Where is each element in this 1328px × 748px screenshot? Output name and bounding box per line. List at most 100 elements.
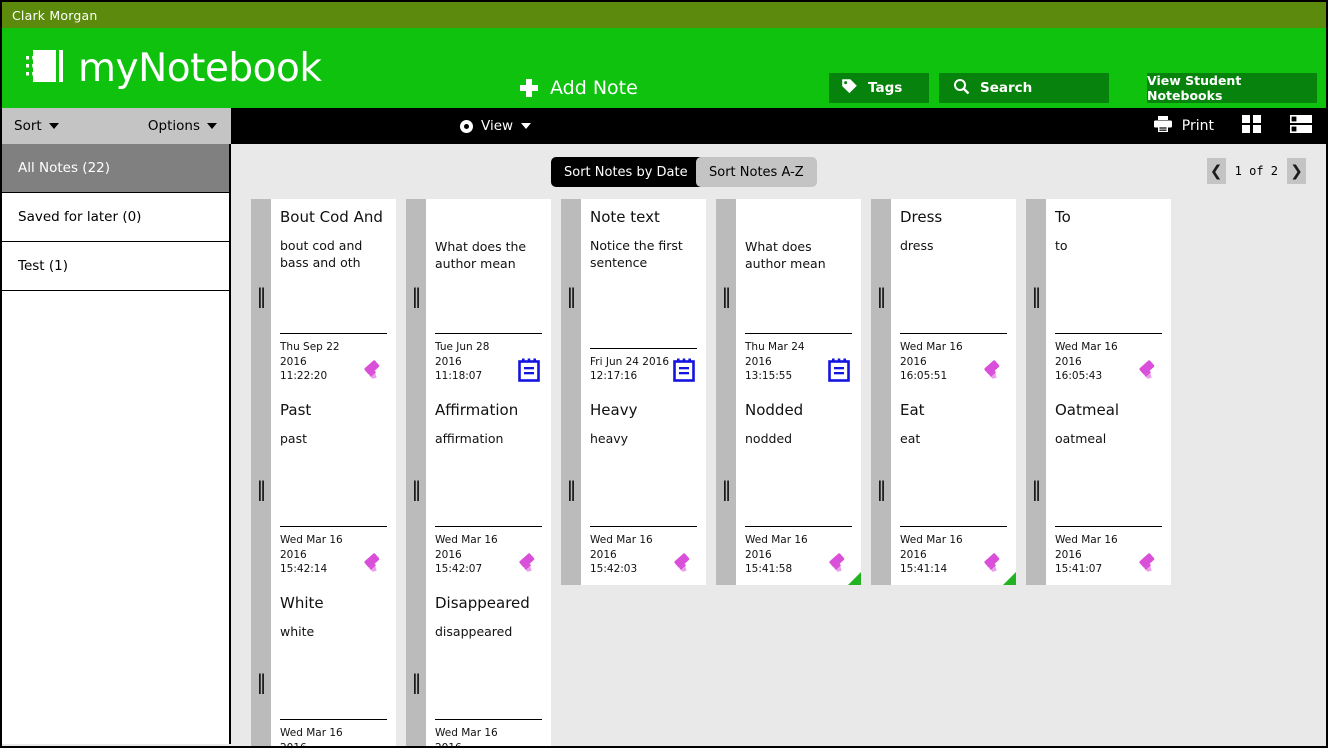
- note-card-body[interactable]: Dress dress Wed Mar 16 2016 16:05:51: [891, 199, 1016, 392]
- note-timestamp: Wed Mar 16 2016 15:40:50: [435, 727, 498, 748]
- sort-notes-by-date-button[interactable]: Sort Notes by Date: [551, 157, 719, 187]
- note-card-body[interactable]: What does author mean Thu Mar 24 2016 13:…: [736, 199, 861, 392]
- note-card[interactable]: ‖ Nodded nodded Wed Mar 16 2016 15:41:58: [716, 392, 861, 585]
- sort-label: Sort: [14, 118, 42, 134]
- note-drag-handle[interactable]: ‖: [251, 199, 271, 392]
- highlighter-icon[interactable]: [1136, 357, 1162, 383]
- note-snippet: Notice the first sentence: [590, 238, 683, 271]
- note-card-body[interactable]: What does the author mean Tue Jun 28 2016…: [426, 199, 551, 392]
- notepad-icon[interactable]: [671, 357, 697, 383]
- eye-icon: [460, 119, 473, 133]
- note-card[interactable]: ‖ Past past Wed Mar 16 2016 15:42:14: [251, 392, 396, 585]
- note-drag-handle[interactable]: ‖: [561, 392, 581, 585]
- note-drag-handle[interactable]: ‖: [871, 392, 891, 585]
- note-card[interactable]: ‖ Dress dress Wed Mar 16 2016 16:05:51: [871, 199, 1016, 392]
- note-card-body[interactable]: White white Wed Mar 16 2016 15:41:01: [271, 585, 396, 746]
- note-card-body[interactable]: Bout Cod And bout cod and bass and oth Thu…: [271, 199, 396, 392]
- sort-notes-az-button[interactable]: Sort Notes A-Z: [696, 157, 817, 187]
- note-title: Oatmeal: [1055, 401, 1120, 419]
- note-footer: Wed Mar 16 2016 15:42:07: [435, 526, 542, 576]
- note-drag-handle[interactable]: ‖: [716, 199, 736, 392]
- note-card-body[interactable]: Past past Wed Mar 16 2016 15:42:14: [271, 392, 396, 585]
- prev-page-button[interactable]: ❮: [1206, 158, 1226, 184]
- drag-grip-icon: ‖: [1031, 476, 1042, 501]
- note-snippet: What does author mean: [745, 239, 826, 271]
- note-drag-handle[interactable]: ‖: [406, 392, 426, 585]
- next-page-button[interactable]: ❯: [1287, 158, 1306, 184]
- highlighter-icon[interactable]: [516, 743, 542, 746]
- highlighter-icon[interactable]: [1136, 550, 1162, 576]
- note-card[interactable]: ‖ Note text Notice the first sentence Fri J…: [561, 199, 706, 392]
- note-card[interactable]: ‖ Disappeared disappeared Wed Mar 16 2016 1…: [406, 585, 551, 748]
- sort-menu-button[interactable]: Sort: [14, 118, 59, 134]
- note-card[interactable]: ‖ Oatmeal oatmeal Wed Mar 16 2016 15:41:07: [1026, 392, 1171, 585]
- note-card-body[interactable]: To to Wed Mar 16 2016 16:05:43: [1046, 199, 1171, 392]
- note-drag-handle[interactable]: ‖: [406, 199, 426, 392]
- sidebar-item-saved-for-later[interactable]: Saved for later (0): [2, 193, 229, 242]
- note-card-body[interactable]: Heavy heavy Wed Mar 16 2016 15:42:03: [581, 392, 706, 585]
- view-menu-button[interactable]: View: [460, 108, 532, 144]
- drag-grip-icon: ‖: [256, 669, 267, 694]
- note-card[interactable]: ‖ What does the author mean Tue Jun 28 201…: [406, 199, 551, 392]
- note-card[interactable]: ‖ Eat eat Wed Mar 16 2016 15:41:14: [871, 392, 1016, 585]
- note-drag-handle[interactable]: ‖: [251, 585, 271, 746]
- note-drag-handle[interactable]: ‖: [561, 199, 581, 392]
- note-footer: Wed Mar 16 2016 16:05:43: [1055, 333, 1162, 383]
- list-view-button[interactable]: [1276, 113, 1326, 139]
- highlighter-icon[interactable]: [361, 550, 387, 576]
- highlighter-icon[interactable]: [361, 357, 387, 383]
- note-footer: Thu Sep 22 2016 11:22:20: [280, 333, 387, 383]
- brand-title: myNotebook: [78, 45, 322, 91]
- print-button[interactable]: Print: [1139, 115, 1228, 137]
- view-student-notebooks-label: View Student Notebooks: [1147, 73, 1242, 103]
- note-footer: Thu Mar 24 2016 13:15:55: [745, 333, 852, 383]
- note-card[interactable]: ‖ To to Wed Mar 16 2016 16:05:43: [1026, 199, 1171, 392]
- note-drag-handle[interactable]: ‖: [406, 585, 426, 746]
- scroll-gutter[interactable]: [1316, 144, 1326, 744]
- note-card[interactable]: ‖ Affirmation affirmation Wed Mar 16 2016 1…: [406, 392, 551, 585]
- note-timestamp: Wed Mar 16 2016 15:41:14: [900, 534, 963, 575]
- highlighter-icon[interactable]: [671, 550, 697, 576]
- note-drag-handle[interactable]: ‖: [716, 392, 736, 585]
- note-footer: Fri Jun 24 2016 12:17:16: [590, 347, 697, 383]
- note-card-body[interactable]: Note text Notice the first sentence Fri Ju…: [581, 199, 706, 392]
- note-title: Nodded: [745, 401, 804, 419]
- notepad-icon[interactable]: [826, 357, 852, 383]
- add-note-button[interactable]: Add Note: [520, 77, 638, 99]
- note-card-body[interactable]: Nodded nodded Wed Mar 16 2016 15:41:58: [736, 392, 861, 585]
- highlighter-icon[interactable]: [516, 550, 542, 576]
- sidebar-item-all-notes[interactable]: All Notes (22): [2, 144, 229, 193]
- page-indicator: 1 of 2: [1234, 164, 1278, 178]
- note-card[interactable]: ‖ White white Wed Mar 16 2016 15:41:01: [251, 585, 396, 746]
- note-drag-handle[interactable]: ‖: [871, 199, 891, 392]
- view-student-notebooks-button[interactable]: View Student Notebooks: [1147, 73, 1317, 103]
- search-button[interactable]: Search: [939, 73, 1109, 103]
- note-timestamp: Thu Sep 22 2016 11:22:20: [280, 341, 340, 382]
- note-drag-handle[interactable]: ‖: [1026, 392, 1046, 585]
- note-card-body[interactable]: Affirmation affirmation Wed Mar 16 2016 15…: [426, 392, 551, 585]
- note-card-body[interactable]: Eat eat Wed Mar 16 2016 15:41:14: [891, 392, 1016, 585]
- note-card[interactable]: ‖ Heavy heavy Wed Mar 16 2016 15:42:03: [561, 392, 706, 585]
- grid-view-button[interactable]: [1228, 113, 1276, 139]
- note-title: [435, 209, 542, 227]
- note-footer: Wed Mar 16 2016 15:42:03: [590, 526, 697, 576]
- highlighter-icon[interactable]: [361, 743, 387, 746]
- content-area: Sort Notes by Date Sort Notes A-Z ❮ 1 of…: [231, 144, 1326, 746]
- tags-button[interactable]: Tags: [829, 73, 929, 103]
- options-menu-button[interactable]: Options: [148, 118, 217, 134]
- note-footer: Wed Mar 16 2016 15:40:50: [435, 719, 542, 748]
- note-drag-handle[interactable]: ‖: [1026, 199, 1046, 392]
- note-card-body[interactable]: Disappeared disappeared Wed Mar 16 2016 15…: [426, 585, 551, 748]
- notepad-icon[interactable]: [516, 357, 542, 383]
- note-card-grid: ‖ Bout Cod And bout cod and bass and oth Th…: [231, 199, 1326, 748]
- sidebar-item-test[interactable]: Test (1): [2, 242, 229, 291]
- user-name: Clark Morgan: [12, 7, 98, 23]
- note-drag-handle[interactable]: ‖: [251, 392, 271, 585]
- note-card-body[interactable]: Oatmeal oatmeal Wed Mar 16 2016 15:41:07: [1046, 392, 1171, 585]
- highlighter-icon[interactable]: [981, 357, 1007, 383]
- note-card[interactable]: ‖ What does author mean Thu Mar 24 2016 13…: [716, 199, 861, 392]
- sidebar-item-label: Saved for later (0): [18, 209, 142, 225]
- drag-grip-icon: ‖: [566, 283, 577, 308]
- note-card[interactable]: ‖ Bout Cod And bout cod and bass and oth Th…: [251, 199, 396, 392]
- drag-grip-icon: ‖: [721, 476, 732, 501]
